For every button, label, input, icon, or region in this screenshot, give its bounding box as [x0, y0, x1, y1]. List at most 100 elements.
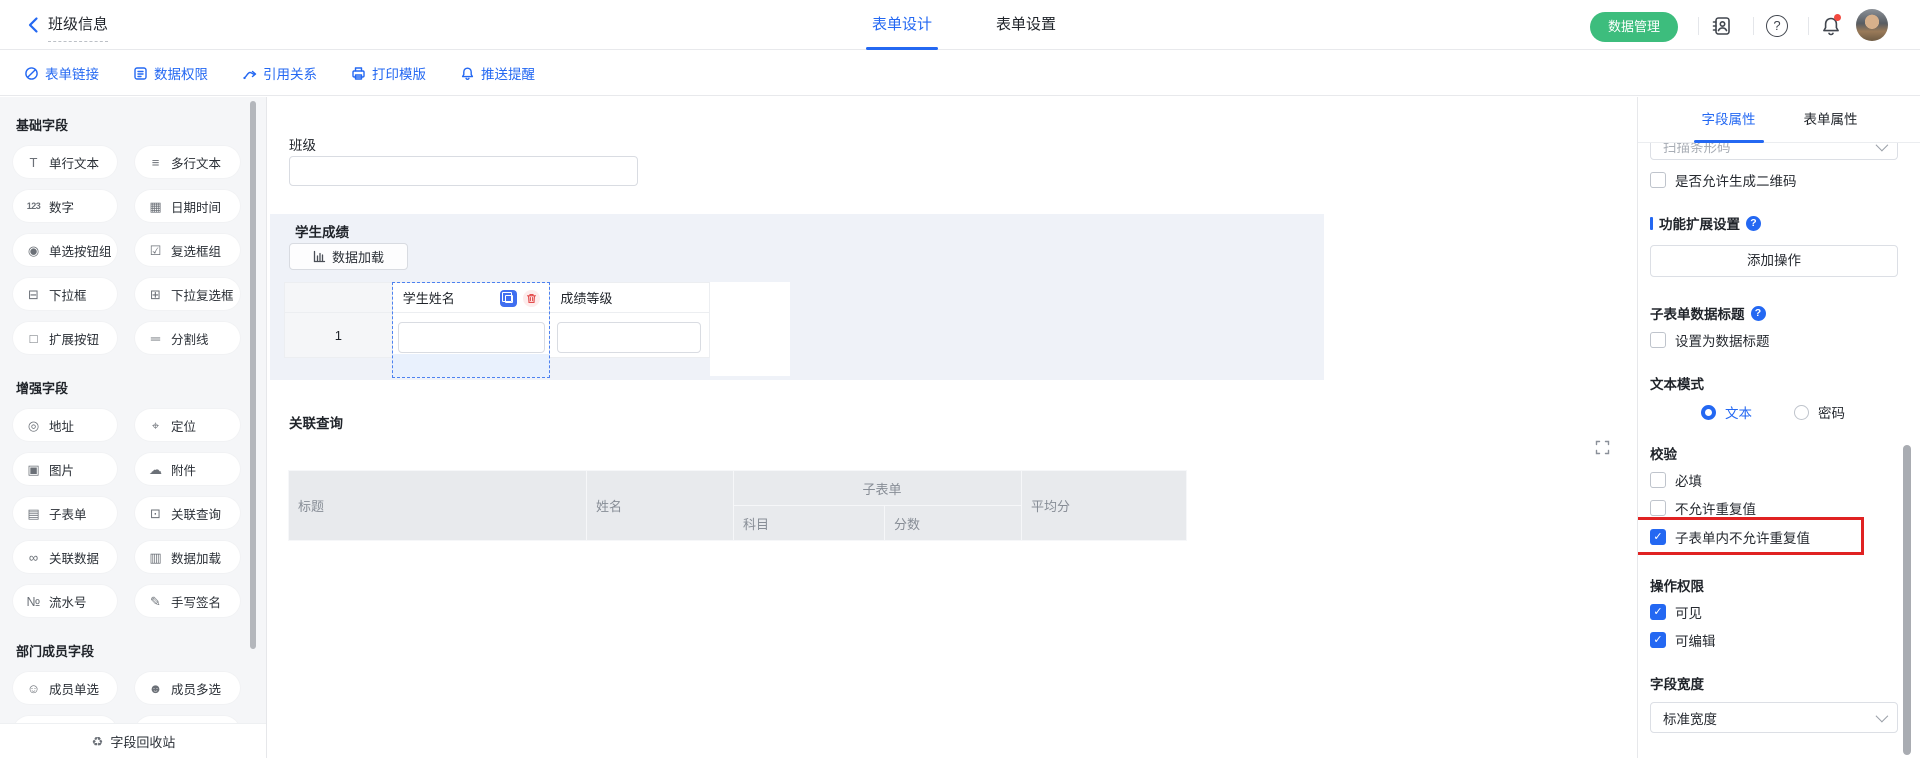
toolbar-item-push-reminder[interactable]: 推送提醒: [460, 63, 535, 83]
field-item-locate[interactable]: ⌖ 定位: [135, 409, 240, 441]
visible-checkbox-row[interactable]: ✓ 可见: [1650, 602, 1702, 622]
tab-form-design[interactable]: 表单设计: [872, 0, 932, 50]
field-item-number[interactable]: 123数字: [13, 190, 117, 222]
enhanced-fields-grid: ◎地址 ⌖ 定位 ▣图片 ☁附件 ▤子表单 ⊡关联查询 ∞关联数据 ▥数据加载 №…: [13, 409, 253, 617]
subform-add-column-area[interactable]: [710, 282, 790, 376]
field-item-linked-data[interactable]: ∞关联数据: [13, 541, 117, 573]
expand-icon[interactable]: [1595, 440, 1610, 455]
grade-level-input[interactable]: [557, 322, 701, 353]
field-item-multi-line-text[interactable]: ≡多行文本: [135, 146, 240, 178]
field-item-member-multi[interactable]: ☻成员多选: [135, 672, 240, 704]
field-width-value: 标准宽度: [1663, 708, 1717, 728]
field-width-select[interactable]: 标准宽度: [1650, 702, 1898, 733]
qr-code-checkbox-row[interactable]: 是否允许生成二维码: [1650, 170, 1797, 190]
field-item-address[interactable]: ◎地址: [13, 409, 117, 441]
panel-tabs: 字段属性 表单属性: [1638, 97, 1920, 143]
student-name-input[interactable]: [398, 322, 545, 353]
section-accent-bar: [1650, 217, 1653, 230]
question-icon[interactable]: ?: [1751, 306, 1766, 321]
field-item-member-single[interactable]: ☺成员单选: [13, 672, 117, 704]
tab-field-properties[interactable]: 字段属性: [1702, 97, 1756, 143]
field-recycle-bin[interactable]: ♻ 字段回收站: [0, 723, 267, 758]
image-icon: ▣: [26, 462, 41, 477]
form-designer-app: 班级信息 表单设计 表单设置 数据管理 ? 表单链接 数据权限 引用关系: [0, 0, 1920, 758]
divider: [1808, 17, 1809, 35]
checkbox-unchecked[interactable]: [1650, 332, 1666, 348]
text-mode-option-text[interactable]: 文本: [1701, 402, 1752, 422]
field-item-divider[interactable]: ═分割线: [135, 322, 240, 354]
question-icon[interactable]: ?: [1746, 216, 1761, 231]
user-avatar[interactable]: [1856, 9, 1888, 41]
copy-column-icon[interactable]: [500, 290, 517, 307]
data-manage-button[interactable]: 数据管理: [1590, 12, 1678, 42]
tab-form-settings[interactable]: 表单设置: [996, 0, 1056, 50]
extension-settings-title: 功能扩展设置: [1659, 213, 1740, 233]
subform-no-duplicate-checkbox-row[interactable]: ✓ 子表单内不允许重复值: [1650, 527, 1810, 547]
field-item-serial-number[interactable]: №流水号: [13, 585, 117, 617]
main-nav-tabs: 表单设计 表单设置: [840, 0, 1088, 50]
set-data-title-checkbox-row[interactable]: 设置为数据标题: [1650, 330, 1770, 350]
field-item-datetime[interactable]: ▦日期时间: [135, 190, 240, 222]
no-duplicate-checkbox-row[interactable]: 不允许重复值: [1650, 498, 1756, 518]
checkbox-checked[interactable]: ✓: [1650, 529, 1666, 545]
field-item-subform[interactable]: ▤子表单: [13, 497, 117, 529]
locate-icon: ⌖: [148, 418, 163, 433]
lookup-table[interactable]: 标题 姓名 子表单 平均分 科目 分数: [288, 470, 1187, 541]
editable-checkbox-row[interactable]: ✓ 可编辑: [1650, 630, 1716, 650]
number-icon: 123: [26, 199, 41, 214]
field-item-lookup-query[interactable]: ⊡关联查询: [135, 497, 240, 529]
field-item-attachment[interactable]: ☁附件: [135, 453, 240, 485]
data-permission-icon: [133, 66, 148, 81]
tab-form-properties[interactable]: 表单属性: [1804, 97, 1858, 143]
sidebar-scrollbar[interactable]: [250, 101, 256, 649]
field-item-label: 定位: [171, 416, 196, 435]
lookup-field-label: 关联查询: [289, 412, 343, 432]
field-item-radio-group[interactable]: ◉单选按钮组: [13, 234, 117, 266]
required-checkbox-row[interactable]: 必填: [1650, 470, 1702, 490]
field-item-checkbox-group[interactable]: ☑复选框组: [135, 234, 240, 266]
checkbox-unchecked[interactable]: [1650, 172, 1666, 188]
text-mode-option-password[interactable]: 密码: [1794, 402, 1845, 422]
editable-label: 可编辑: [1675, 630, 1716, 650]
field-item-image[interactable]: ▣图片: [13, 453, 117, 485]
toolbar-item-print-template[interactable]: 打印模版: [351, 63, 426, 83]
class-field-input[interactable]: [289, 156, 638, 186]
field-item-label: 关联查询: [171, 504, 221, 523]
checkbox-checked[interactable]: ✓: [1650, 632, 1666, 648]
checkbox-unchecked[interactable]: [1650, 500, 1666, 516]
toolbar-item-label: 表单链接: [45, 63, 99, 83]
basic-fields-grid: T单行文本 ≡多行文本 123数字 ▦日期时间 ◉单选按钮组 ☑复选框组 ⊟下拉…: [13, 146, 253, 354]
field-item-dropdown-multi[interactable]: ⊞下拉复选框: [135, 278, 240, 310]
text-option-label: 文本: [1725, 402, 1752, 422]
checkbox-unchecked[interactable]: [1650, 472, 1666, 488]
help-icon[interactable]: ?: [1766, 15, 1788, 37]
checkbox-checked[interactable]: ✓: [1650, 604, 1666, 620]
lookup-group-subform: 子表单: [734, 471, 1022, 506]
subform-icon: ▤: [26, 506, 41, 521]
doc-title[interactable]: 班级信息: [48, 13, 108, 42]
radio-selected[interactable]: [1701, 405, 1716, 420]
contact-book-icon[interactable]: [1711, 15, 1733, 37]
panel-scrollbar[interactable]: [1903, 445, 1911, 755]
add-action-button[interactable]: 添加操作: [1650, 245, 1898, 277]
field-item-label: 成员多选: [171, 679, 221, 698]
field-item-data-load[interactable]: ▥数据加载: [135, 541, 240, 573]
radio-unselected[interactable]: [1794, 405, 1809, 420]
toolbar-item-data-permission[interactable]: 数据权限: [133, 63, 208, 83]
field-item-label: 成员单选: [49, 679, 99, 698]
field-item-signature[interactable]: ✎手写签名: [135, 585, 240, 617]
selected-column-footer: [392, 354, 550, 378]
toolbar-item-reference-relation[interactable]: 引用关系: [242, 63, 317, 83]
trash-glyph: [526, 293, 537, 304]
text-mode-header: 文本模式: [1650, 373, 1704, 393]
field-item-single-line-text[interactable]: T单行文本: [13, 146, 117, 178]
delete-column-icon[interactable]: [523, 290, 540, 307]
address-icon: ◎: [26, 418, 41, 433]
field-item-extend-button[interactable]: □扩展按钮: [13, 322, 117, 354]
field-item-dropdown[interactable]: ⊟下拉框: [13, 278, 117, 310]
subform-column-grade-level[interactable]: 成绩等级: [550, 283, 710, 313]
toolbar-item-form-link[interactable]: 表单链接: [24, 63, 99, 83]
field-item-label: 附件: [171, 460, 196, 479]
back-icon[interactable]: [24, 15, 44, 35]
subform-data-load-button[interactable]: 数据加载: [289, 243, 408, 270]
